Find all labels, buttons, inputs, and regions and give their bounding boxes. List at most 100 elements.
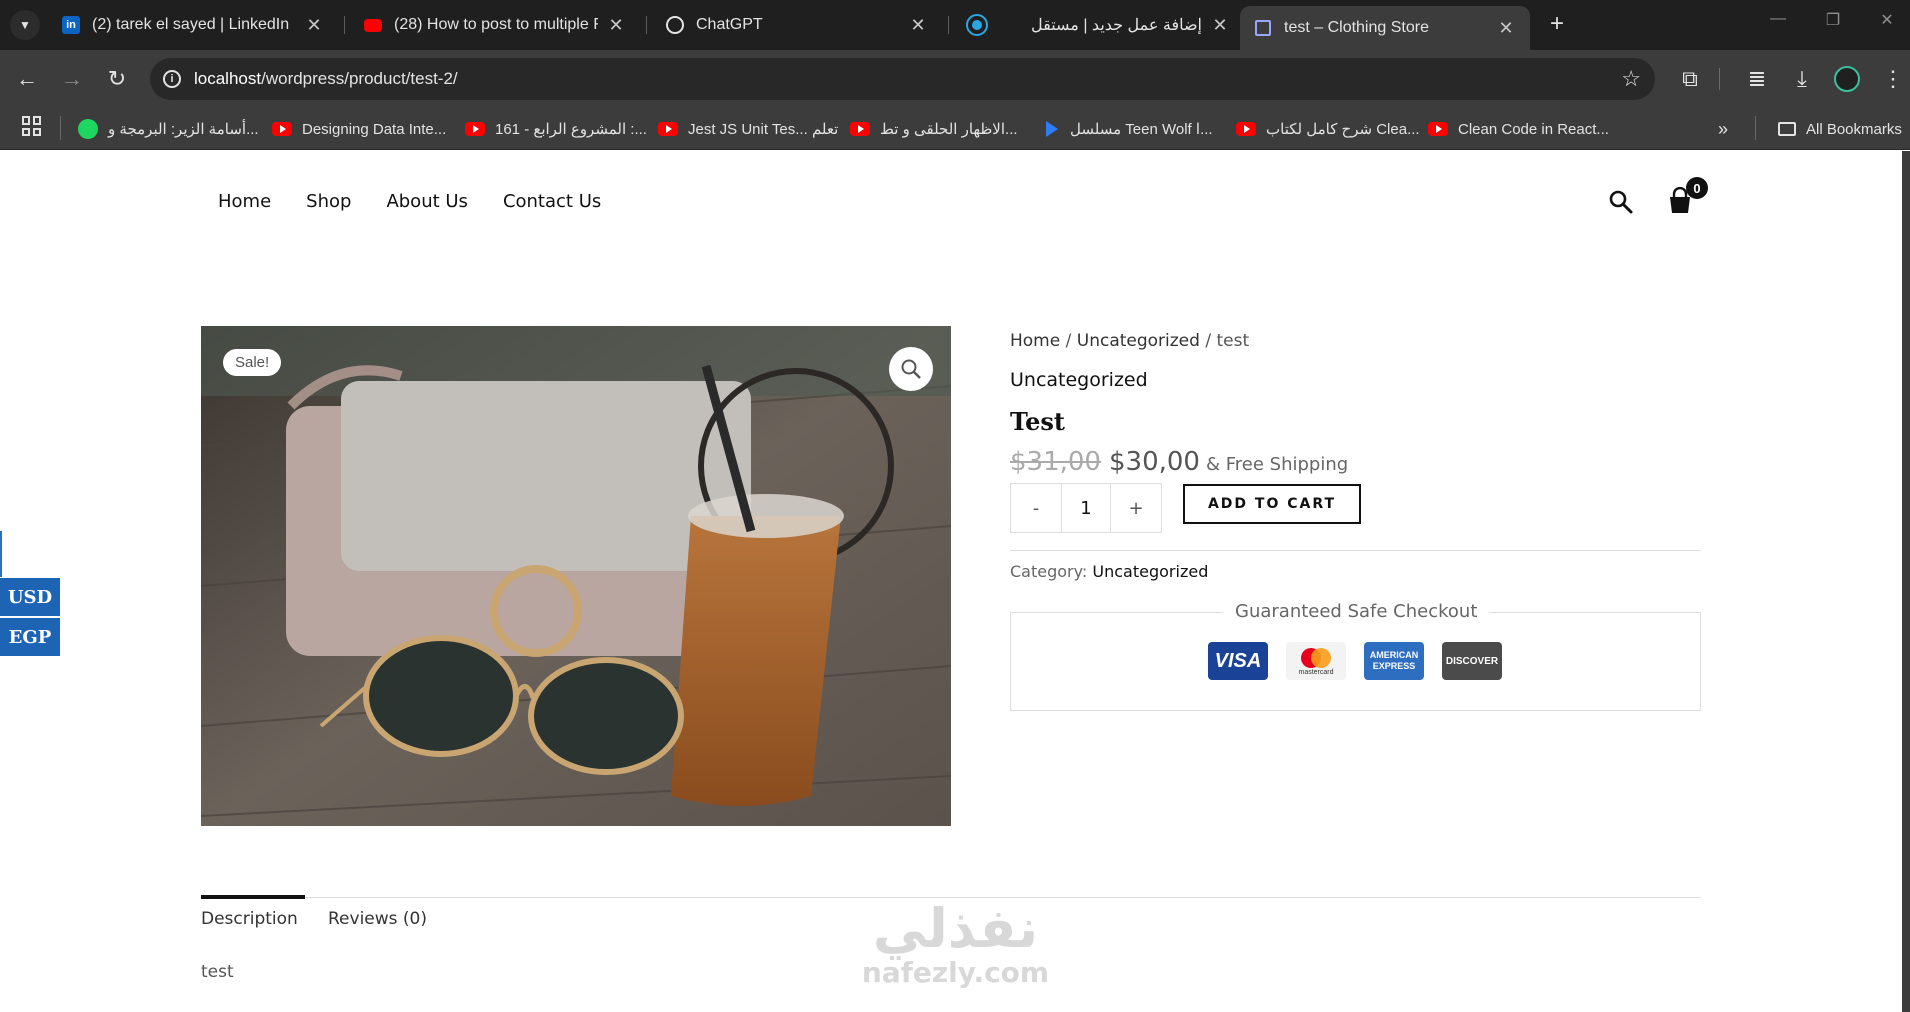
breadcrumb-home[interactable]: Home [1010,331,1060,351]
zoom-magnifier-button[interactable] [889,347,933,391]
reload-icon[interactable]: ↻ [102,64,132,94]
category-link[interactable]: Uncategorized [1092,562,1208,581]
forward-arrow-icon[interactable]: → [57,64,87,94]
bookmarks-overflow-icon[interactable]: » [1718,118,1728,140]
spotify-icon [78,119,98,139]
product-meta-category: Category: Uncategorized [1010,562,1209,581]
bookmark-item[interactable]: أسامة الزير: البرمجة و... [78,118,259,140]
bookmark-divider [60,116,61,140]
tab-reviews[interactable]: Reviews (0) [328,909,427,929]
address-bar[interactable]: i localhost/wordpress/product/test-2/ ☆ [150,58,1655,100]
site-info-icon[interactable]: i [150,70,194,88]
breadcrumb-current: test [1216,331,1250,351]
discover-icon: DISCOVER [1442,642,1502,680]
product-price: $31,00 $30,00 & Free Shipping [1010,447,1348,477]
bookmark-item[interactable]: 161 - المشروع الرابع :... [465,118,647,140]
nav-about-us[interactable]: About Us [386,191,468,212]
play-icon [1046,121,1058,137]
profile-avatar[interactable] [1834,66,1860,92]
back-arrow-icon[interactable]: ← [12,64,42,94]
breadcrumb-category[interactable]: Uncategorized [1077,331,1200,351]
nav-shop[interactable]: Shop [306,191,351,212]
close-icon[interactable]: ✕ [908,15,928,36]
bookmark-item[interactable]: Designing Data Inte... [272,118,446,140]
browser-tab-mostaql[interactable]: إضافة عمل جديد | مستقل ✕ [954,8,1244,42]
quantity-input[interactable]: 1 [1061,484,1111,532]
youtube-icon [658,122,678,136]
nav-home[interactable]: Home [218,191,271,212]
all-bookmarks-folder[interactable]: All Bookmarks [1778,118,1902,140]
nav-contact-us[interactable]: Contact Us [503,191,601,212]
close-icon[interactable]: ✕ [304,15,324,36]
breadcrumb: Home / Uncategorized / test [1010,331,1250,351]
restore-icon[interactable]: ❐ [1818,10,1848,30]
bookmark-star-icon[interactable]: ☆ [1621,66,1641,92]
youtube-icon [364,16,382,34]
close-icon[interactable]: ✕ [1210,15,1230,36]
american-express-icon: AMERICAN EXPRESS [1364,642,1424,680]
currency-egp-button[interactable]: EGP [0,618,60,656]
summary-divider [1010,550,1701,551]
folder-icon [1778,122,1796,136]
media-control-icon[interactable]: ≣ [1742,64,1772,94]
minimize-icon[interactable]: — [1763,10,1793,28]
close-icon[interactable]: ✕ [606,15,626,36]
main-navigation: Home Shop About Us Contact Us [218,191,636,212]
linkedin-icon: in [62,16,80,34]
price-original: $31,00 [1010,447,1101,477]
tab-divider [948,16,949,34]
quantity-increase-button[interactable]: + [1111,484,1161,532]
product-photo [201,326,951,826]
youtube-icon [272,122,292,136]
visa-icon: VISA [1208,642,1268,680]
tab-title: إضافة عمل جديد | مستقل [1030,17,1202,34]
active-tab-indicator [201,895,305,899]
mastercard-icon: mastercard [1286,642,1346,680]
shipping-note: & Free Shipping [1205,454,1349,475]
bookmark-item[interactable]: مسلسل Teen Wolf ا... [1046,118,1213,140]
add-to-cart-button[interactable]: ADD TO CART [1183,484,1361,524]
product-category-heading: Uncategorized [1010,369,1148,391]
extensions-icon[interactable]: ⧉ [1675,64,1705,94]
tab-search-button[interactable]: ▼ [10,10,40,40]
bookmark-item[interactable]: الاظهار الحلقى و تط... [850,118,1018,140]
apps-grid-icon[interactable] [22,116,42,136]
tab-title: test – Clothing Store [1284,19,1429,36]
close-icon[interactable]: ✕ [1496,18,1516,39]
new-tab-button[interactable]: + [1542,10,1572,38]
tab-description[interactable]: Description [201,909,298,929]
browser-tab-chatgpt[interactable]: ChatGPT ✕ [652,8,942,42]
product-title: Test [1010,407,1065,436]
window-close-icon[interactable]: ✕ [1872,10,1902,30]
currency-usd-button[interactable]: USD [0,578,60,616]
safe-checkout-box [1010,612,1701,711]
wordpress-icon [1254,19,1272,37]
mostaql-icon [966,14,988,36]
bookmark-divider [1755,116,1756,140]
bookmark-item[interactable]: Clean Code in React... [1428,118,1609,140]
browser-tab-youtube[interactable]: (28) How to post to multiple Fa ✕ [350,8,640,42]
bookmark-item[interactable]: Jest JS Unit Tes... تعلم [658,118,838,140]
browser-toolbar: ← → ↻ i localhost/wordpress/product/test… [0,50,1910,108]
search-icon[interactable] [1608,189,1634,215]
currency-switcher-edge [0,531,2,577]
safe-checkout-title: Guaranteed Safe Checkout [1223,601,1490,622]
page-scrollbar[interactable] [1902,151,1910,1012]
mastercard-circles [1301,647,1331,668]
bookmarks-bar: أسامة الزير: البرمجة و... Designing Data… [0,108,1910,150]
sale-badge: Sale! [223,349,282,376]
tab-title: (28) How to post to multiple Fa [394,16,598,33]
browser-tab-linkedin[interactable]: in (2) tarek el sayed | LinkedIn ✕ [48,8,338,42]
menu-kebab-icon[interactable]: ⋮ [1878,64,1908,94]
quantity-decrease-button[interactable]: - [1011,484,1061,532]
product-image[interactable] [201,326,951,826]
browser-tab-active[interactable]: test – Clothing Store ✕ [1240,6,1530,50]
chatgpt-icon [666,16,684,34]
youtube-icon [850,122,870,136]
download-icon[interactable]: ⤓ [1787,64,1817,94]
bookmark-item[interactable]: شرح كامل لكتاب Clea... [1236,118,1420,140]
tab-divider [646,16,647,34]
tab-title: (2) tarek el sayed | LinkedIn [92,16,290,33]
quantity-stepper: - 1 + [1010,483,1162,533]
web-page: Home Shop About Us Contact Us 0 Sale! US… [0,151,1910,1012]
